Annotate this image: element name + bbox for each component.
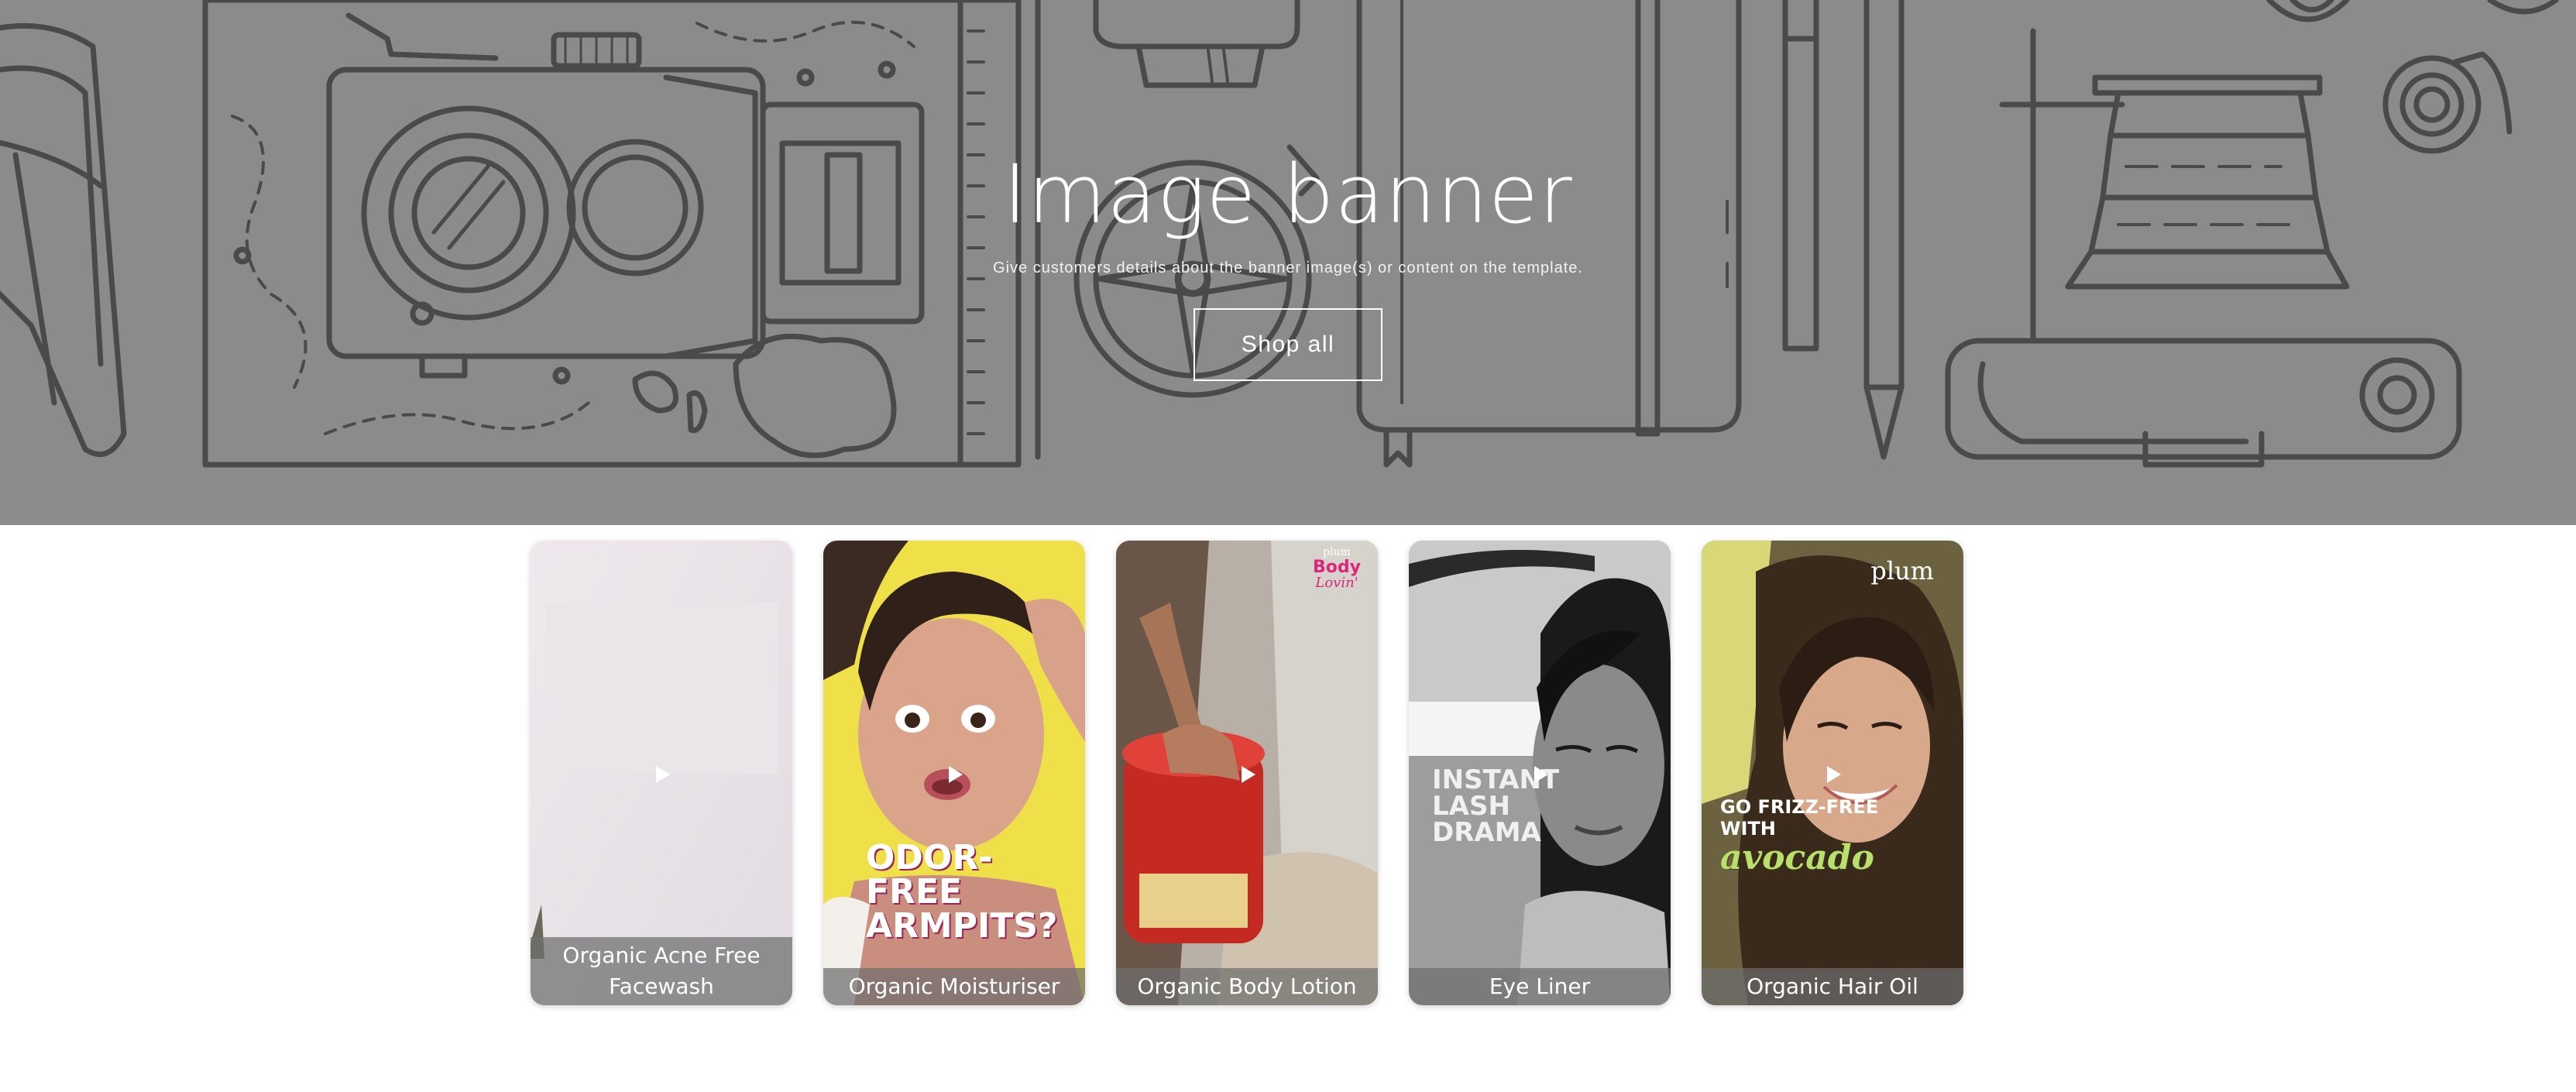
video-caption: Eye Liner (1409, 968, 1671, 1005)
video-carousel: Organic Acne Free Facewash ODOR-FREE ARM… (531, 541, 1963, 1005)
video-caption: Organic Moisturiser (823, 968, 1085, 1005)
play-icon[interactable] (943, 763, 967, 786)
brand-logo: plum (1870, 556, 1934, 585)
video-card[interactable]: ODOR-FREE ARMPITS? Organic Moisturiser (823, 541, 1085, 1005)
video-overlay-text: ODOR-FREE ARMPITS? (866, 841, 1085, 943)
overlay-line: GO FRIZZ-FREE (1720, 796, 1879, 818)
video-card[interactable]: Organic Acne Free Facewash (531, 541, 792, 1005)
video-card[interactable]: plum GO FRIZZ-FREE WITH avocado Organic … (1702, 541, 1963, 1005)
brand-subname: Body (1313, 557, 1361, 577)
video-overlay-text: GO FRIZZ-FREE WITH avocado (1720, 798, 1878, 875)
image-banner: Image banner Give customers details abou… (0, 0, 2576, 525)
banner-content: Image banner Give customers details abou… (0, 0, 2576, 525)
overlay-line: WITH (1720, 818, 1776, 840)
video-caption: Organic Acne Free Facewash (531, 937, 792, 1005)
video-card[interactable]: plum Body Lovin' Organic Body Lotion (1116, 541, 1378, 1005)
brand-logo: plum Body Lovin' (1313, 547, 1361, 591)
overlay-line: LASH (1432, 791, 1510, 822)
play-icon[interactable] (651, 763, 674, 786)
video-caption: Organic Body Lotion (1116, 968, 1378, 1005)
overlay-script-line: avocado (1720, 838, 1874, 877)
overlay-line: ODOR-FREE (866, 838, 993, 912)
banner-subtitle: Give customers details about the banner … (993, 259, 1583, 276)
brand-name: plum (1870, 556, 1934, 585)
brand-tagline: Lovin' (1315, 574, 1358, 591)
brand-name: plum (1323, 546, 1351, 558)
overlay-line: DRAMA (1432, 817, 1541, 848)
shop-all-button[interactable]: Shop all (1194, 308, 1382, 381)
banner-title: Image banner (1003, 147, 1573, 242)
video-caption: Organic Hair Oil (1702, 968, 1963, 1005)
overlay-line: ARMPITS? (866, 906, 1058, 946)
play-icon[interactable] (1236, 763, 1259, 786)
play-icon[interactable] (1529, 763, 1552, 786)
play-icon[interactable] (1822, 763, 1845, 786)
video-card[interactable]: INSTANT LASH DRAMA Eye Liner (1409, 541, 1671, 1005)
